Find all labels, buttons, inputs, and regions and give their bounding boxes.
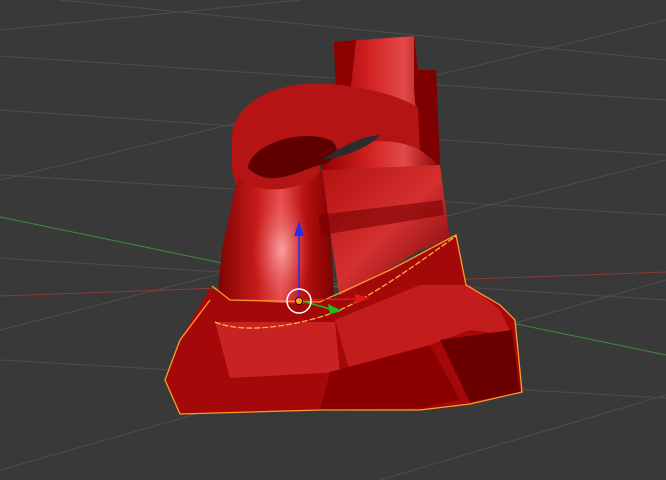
object-origin-icon — [295, 297, 303, 305]
mesh-object[interactable] — [164, 36, 523, 415]
mesh-lower-skirt-front — [215, 322, 340, 378]
mesh-highlight — [252, 195, 312, 305]
viewport-canvas[interactable] — [0, 0, 666, 480]
3d-viewport[interactable] — [0, 0, 666, 480]
gizmo-x-axis[interactable] — [298, 298, 358, 301]
